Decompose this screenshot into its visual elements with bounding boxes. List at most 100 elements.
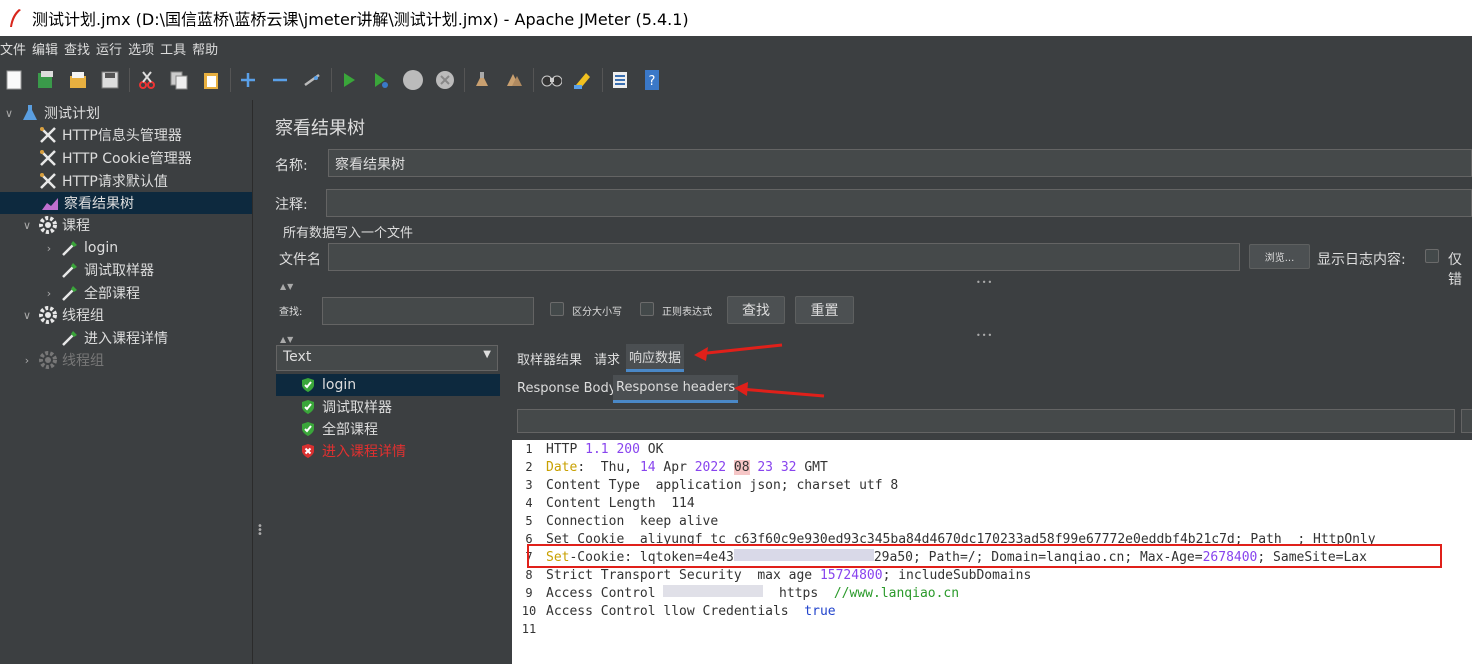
reset-button[interactable]: 重置: [795, 296, 854, 324]
toolbar-separator: [464, 68, 465, 92]
tab-response-headers[interactable]: Response headers: [613, 375, 739, 403]
search-field[interactable]: [322, 297, 534, 325]
tab-sampler-result[interactable]: 取样器结果: [514, 346, 585, 370]
regex-checkbox[interactable]: [640, 302, 654, 316]
chevron-right-icon[interactable]: ›: [42, 287, 56, 300]
chevron-down-icon[interactable]: ∨: [20, 219, 34, 232]
chevron-down-icon[interactable]: ∨: [20, 309, 34, 322]
pipette-icon: [60, 238, 80, 258]
list-item[interactable]: 全部课程: [276, 418, 500, 440]
tree-item-label: 全部课程: [84, 286, 140, 302]
text: Apr: [655, 459, 695, 475]
list-item[interactable]: login: [276, 374, 500, 396]
tree-item-header-manager[interactable]: HTTP信息头管理器: [38, 124, 182, 146]
start-no-pause-icon[interactable]: [370, 69, 392, 91]
clear-icon[interactable]: [471, 69, 493, 91]
comment-field[interactable]: [326, 189, 1472, 217]
toolbar-separator: [230, 68, 231, 92]
text: 1.1 200: [577, 441, 648, 457]
chevron-right-icon[interactable]: ›: [42, 242, 56, 255]
cut-icon[interactable]: [136, 69, 158, 91]
stop-icon[interactable]: [402, 69, 424, 91]
pane-splitter[interactable]: • • •: [252, 100, 264, 664]
templates-icon[interactable]: [35, 69, 57, 91]
headers-search-field[interactable]: [517, 409, 1455, 433]
text: Connection keep alive: [546, 513, 719, 529]
paste-icon[interactable]: [200, 69, 222, 91]
gear-icon: [38, 215, 58, 235]
copy-icon[interactable]: [168, 69, 190, 91]
collapse-handle[interactable]: •••: [976, 331, 993, 340]
split-arrows-icon[interactable]: ▲▼: [280, 335, 294, 344]
headers-extra-field[interactable]: [1461, 409, 1472, 433]
name-field[interactable]: 察看结果树: [328, 149, 1472, 177]
shutdown-icon[interactable]: [434, 69, 456, 91]
tab-response-data[interactable]: 响应数据: [626, 344, 685, 372]
redacted-block: [663, 585, 764, 597]
text: : Thu,: [577, 459, 640, 475]
drag-handle-icon[interactable]: • • •: [257, 522, 263, 540]
write-all-label: 所有数据写入一个文件: [283, 226, 414, 241]
tab-request[interactable]: 请求: [591, 346, 623, 370]
only-errors-checkbox[interactable]: [1425, 249, 1439, 263]
collapse-icon[interactable]: [269, 69, 291, 91]
menu-tools[interactable]: 工具: [160, 39, 186, 58]
menu-file[interactable]: 文件: [0, 39, 26, 58]
renderer-select[interactable]: Text ▼: [276, 345, 498, 371]
line-number: 4: [525, 496, 533, 510]
list-item-label: 调试取样器: [322, 400, 392, 416]
split-arrows-icon[interactable]: ▲▼: [280, 282, 294, 291]
list-item[interactable]: 进入课程详情: [276, 440, 500, 462]
tree-item-login[interactable]: › login: [42, 237, 118, 259]
tree-item-cookie-manager[interactable]: HTTP Cookie管理器: [38, 147, 192, 169]
browse-button[interactable]: 浏览...: [1249, 244, 1310, 269]
tree-item-view-results-tree[interactable]: 察看结果树: [0, 192, 252, 214]
function-helper-icon[interactable]: [609, 69, 631, 91]
chevron-right-icon[interactable]: ›: [20, 354, 34, 367]
dropdown-arrow-icon: ▼: [483, 349, 491, 360]
open-icon[interactable]: [67, 69, 89, 91]
menu-run[interactable]: 运行: [96, 39, 122, 58]
new-icon[interactable]: [3, 69, 25, 91]
text: llow Credentials: [663, 603, 805, 619]
log-content-label: 显示日志内容:: [1317, 252, 1406, 268]
tab-response-body[interactable]: Response Body: [514, 376, 619, 400]
success-shield-icon: [302, 422, 314, 436]
text: Content Length 114: [546, 495, 695, 511]
reset-search-icon[interactable]: [572, 69, 594, 91]
line-number: 5: [525, 514, 533, 528]
text: //www.lanqiao.cn: [833, 586, 960, 601]
tree-item-all-courses[interactable]: › 全部课程: [42, 282, 140, 304]
menu-options[interactable]: 选项: [128, 39, 154, 58]
toggle-icon[interactable]: [301, 69, 323, 91]
toolbar-separator: [129, 68, 130, 92]
tree-item-test-plan[interactable]: ∨ 测试计划: [2, 102, 100, 124]
case-sensitive-checkbox[interactable]: [550, 302, 564, 316]
tree-item-thread-group-disabled[interactable]: › 线程组: [20, 349, 104, 371]
tree-item-thread-group[interactable]: ∨ 线程组: [20, 304, 104, 326]
clear-all-icon[interactable]: [503, 69, 525, 91]
text: https: [763, 586, 834, 601]
start-icon[interactable]: [338, 69, 360, 91]
expand-icon[interactable]: [237, 69, 259, 91]
text: Strict Transport Security max age: [546, 567, 820, 583]
chevron-down-icon[interactable]: ∨: [2, 107, 16, 120]
menu-search[interactable]: 查找: [64, 39, 90, 58]
pipette-icon: [60, 283, 80, 303]
menu-help[interactable]: 帮助: [192, 39, 218, 58]
menu-edit[interactable]: 编辑: [32, 39, 58, 58]
tree-item-debug-sampler[interactable]: 调试取样器: [60, 259, 154, 281]
filename-field[interactable]: [328, 243, 1240, 271]
tree-item-thread-group-course[interactable]: ∨ 课程: [20, 214, 90, 236]
error-shield-icon: [302, 444, 314, 458]
tree-item-request-defaults[interactable]: HTTP请求默认值: [38, 170, 168, 192]
collapse-handle[interactable]: •••: [976, 278, 993, 287]
tree-item-course-detail[interactable]: 进入课程详情: [60, 327, 168, 349]
find-button[interactable]: 查找: [727, 296, 785, 324]
list-item[interactable]: 调试取样器: [276, 396, 500, 418]
header-line: 9 Access Control https //www.lanqiao.cn: [512, 584, 959, 602]
search-icon[interactable]: [540, 69, 562, 91]
pipette-icon: [60, 328, 80, 348]
save-icon[interactable]: [99, 69, 121, 91]
help-icon[interactable]: ?: [641, 69, 663, 91]
